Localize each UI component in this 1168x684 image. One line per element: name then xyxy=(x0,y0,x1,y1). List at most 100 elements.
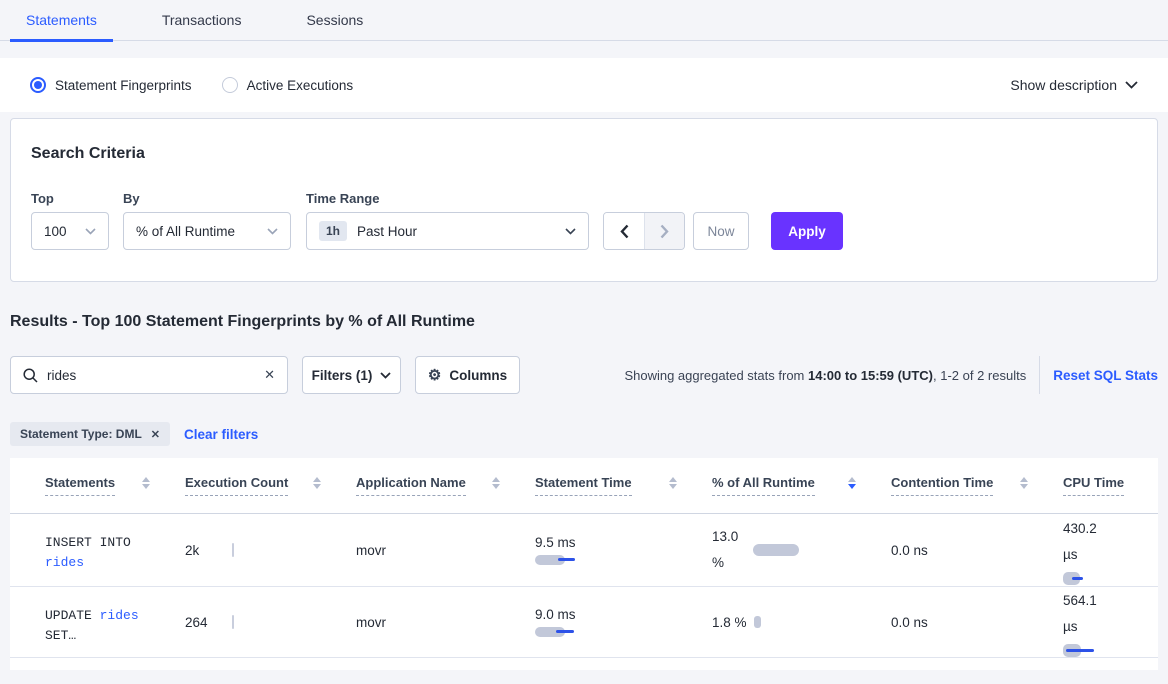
search-criteria-fields: Top 100 By % of All Runtime Time Range 1… xyxy=(31,191,843,250)
statement-time-cell: 9.0 ms xyxy=(535,587,712,657)
statements-table: Statements Execution Count Application N… xyxy=(10,458,1158,670)
pct-runtime-bar xyxy=(753,544,799,556)
tab-sessions[interactable]: Sessions xyxy=(290,12,379,42)
clear-filters-link[interactable]: Clear filters xyxy=(184,427,258,442)
radio-statement-fingerprints[interactable]: Statement Fingerprints xyxy=(30,77,192,93)
time-range-select[interactable]: 1h Past Hour xyxy=(306,212,589,250)
execution-count-cell: 2k xyxy=(185,514,356,586)
stats-suffix: , 1-2 of 2 results xyxy=(933,368,1026,383)
column-header-label: Statement Time xyxy=(535,475,632,496)
sort-button-contention-time[interactable] xyxy=(1020,477,1028,494)
time-range-label: Time Range xyxy=(306,191,589,206)
show-description-label: Show description xyxy=(1010,77,1117,93)
filter-chip-statement-type[interactable]: Statement Type: DML ✕ xyxy=(10,422,170,446)
application-name-cell: movr xyxy=(356,514,535,586)
filter-chip-label: Statement Type: DML xyxy=(20,427,142,441)
aggregated-stats-text: Showing aggregated stats from 14:00 to 1… xyxy=(624,368,1026,383)
execution-count-value: 2k xyxy=(185,543,232,558)
column-header-cpu-time: CPU Time xyxy=(1063,458,1158,513)
execution-count-cell: 264 xyxy=(185,587,356,657)
cpu-time-bar xyxy=(1063,644,1095,657)
stats-time-range: 14:00 to 15:59 (UTC) xyxy=(808,368,933,383)
by-select[interactable]: % of All Runtime xyxy=(123,212,291,250)
cpu-time-cell: 564.1 µs xyxy=(1063,587,1158,657)
filters-button[interactable]: Filters (1) xyxy=(302,356,401,394)
cpu-time-bar xyxy=(1063,572,1087,585)
tab-statements[interactable]: Statements xyxy=(10,12,113,42)
gear-icon: ⚙ xyxy=(428,368,441,383)
time-range-value: Past Hour xyxy=(357,224,417,239)
execution-count-bar xyxy=(232,543,234,557)
reset-sql-stats-link[interactable]: Reset SQL Stats xyxy=(1053,368,1158,383)
next-time-range-button[interactable] xyxy=(644,213,684,249)
remove-filter-icon[interactable]: ✕ xyxy=(151,428,160,441)
apply-button[interactable]: Apply xyxy=(771,212,843,250)
chevron-down-icon xyxy=(1125,81,1138,89)
radio-selected-icon xyxy=(30,77,46,93)
radio-statement-fingerprints-label: Statement Fingerprints xyxy=(55,78,192,93)
sort-button-execution-count[interactable] xyxy=(313,477,321,494)
chevron-down-icon xyxy=(85,228,96,235)
previous-time-range-button[interactable] xyxy=(604,213,644,249)
contention-time-value: 0.0 ns xyxy=(891,543,928,558)
statement-time-bar xyxy=(535,627,577,637)
now-button[interactable]: Now xyxy=(693,212,749,250)
sort-button-statements[interactable] xyxy=(142,477,150,494)
radio-active-executions[interactable]: Active Executions xyxy=(222,77,354,93)
column-header-label: Application Name xyxy=(356,475,466,496)
pct-runtime-value: 1.8 % xyxy=(712,615,747,630)
column-header-label: Contention Time xyxy=(891,475,993,496)
top-select[interactable]: 100 xyxy=(31,212,109,250)
sort-button-application-name[interactable] xyxy=(492,477,500,494)
sql-keyword: UPDATE xyxy=(45,608,92,623)
column-header-contention-time: Contention Time xyxy=(891,458,1063,513)
execution-count-bar xyxy=(232,615,234,629)
cpu-time-value: 430.2 µs xyxy=(1063,516,1107,568)
contention-time-cell: 0.0 ns xyxy=(891,514,1063,586)
vertical-divider xyxy=(1039,356,1040,394)
contention-time-cell: 0.0 ns xyxy=(891,587,1063,657)
top-select-value: 100 xyxy=(44,224,67,239)
top-field: Top 100 xyxy=(31,191,109,250)
filters-button-label: Filters (1) xyxy=(312,368,373,383)
sort-button-pct-all-runtime[interactable] xyxy=(848,477,856,494)
column-header-label: Statements xyxy=(45,475,115,496)
cpu-time-cell: 430.2 µs xyxy=(1063,514,1158,586)
column-header-execution-count: Execution Count xyxy=(185,458,356,513)
pct-runtime-cell: 1.8 % xyxy=(712,587,891,657)
clear-search-icon[interactable]: ✕ xyxy=(264,367,275,383)
statement-link[interactable]: rides xyxy=(45,555,84,570)
results-toolbar: ✕ Filters (1) ⚙ Columns Showing aggregat… xyxy=(10,356,1158,394)
radio-active-executions-label: Active Executions xyxy=(247,78,354,93)
sort-button-statement-time[interactable] xyxy=(669,477,677,494)
stats-area: Showing aggregated stats from 14:00 to 1… xyxy=(624,356,1158,394)
results-heading: Results - Top 100 Statement Fingerprints… xyxy=(10,313,1168,331)
sql-keyword: SET… xyxy=(45,628,76,643)
pct-runtime-value: 13.0 % xyxy=(712,524,746,576)
view-mode-bar: Statement Fingerprints Active Executions… xyxy=(0,58,1168,112)
execution-count-value: 264 xyxy=(185,615,232,630)
columns-button[interactable]: ⚙ Columns xyxy=(415,356,520,394)
chevron-down-icon xyxy=(565,228,576,235)
table-row[interactable]: INSERT INTO rides 2k movr 9.5 ms 13.0 % … xyxy=(10,514,1158,587)
show-description-toggle[interactable]: Show description xyxy=(1010,77,1138,93)
tab-bar: Statements Transactions Sessions xyxy=(0,0,1168,41)
table-row[interactable]: UPDATE rides SET… 264 movr 9.0 ms 1.8 % … xyxy=(10,587,1158,658)
tab-transactions[interactable]: Transactions xyxy=(146,12,258,42)
time-range-stepper xyxy=(603,212,685,250)
by-field: By % of All Runtime xyxy=(109,191,291,250)
cpu-time-value: 564.1 µs xyxy=(1063,588,1107,640)
sql-keyword: INSERT INTO xyxy=(45,535,131,550)
application-name-value: movr xyxy=(356,615,386,630)
search-input[interactable] xyxy=(47,368,264,383)
statement-time-cell: 9.5 ms xyxy=(535,514,712,586)
column-header-statements: Statements xyxy=(45,458,185,513)
search-box: ✕ xyxy=(10,356,288,394)
pct-runtime-bar xyxy=(754,616,761,628)
table-header-row: Statements Execution Count Application N… xyxy=(10,458,1158,514)
statement-link[interactable]: rides xyxy=(100,608,139,623)
filter-chips-row: Statement Type: DML ✕ Clear filters xyxy=(10,422,1158,446)
statement-cell: INSERT INTO rides xyxy=(45,514,160,586)
time-range-badge: 1h xyxy=(319,221,347,241)
column-header-pct-all-runtime: % of All Runtime xyxy=(712,458,891,513)
